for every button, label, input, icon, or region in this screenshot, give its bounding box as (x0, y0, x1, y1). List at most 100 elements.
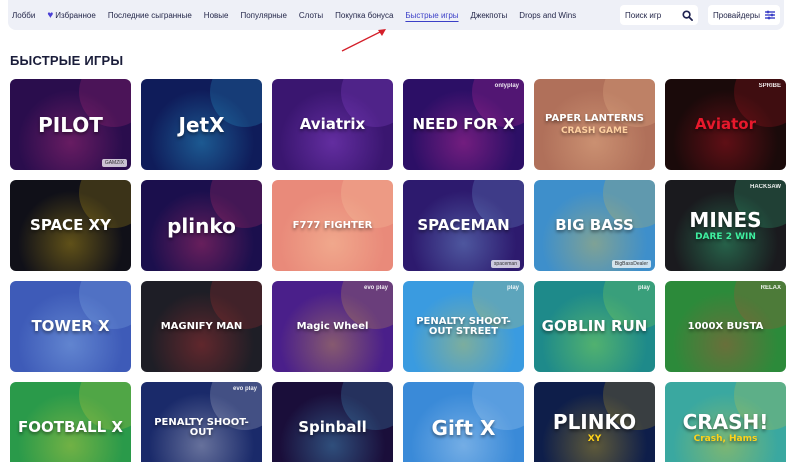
game-tile[interactable]: NEED FOR X onlyplay (403, 79, 524, 170)
game-tile[interactable]: SPACEMAN spaceman (403, 180, 524, 271)
game-title: Spinball (298, 418, 367, 436)
game-title: PENALTY SHOOT-OUT (154, 416, 249, 438)
game-tile[interactable]: FOOTBALL X (10, 382, 131, 462)
tile-title-wrap: Magic Wheel (293, 320, 373, 332)
tile-title-wrap: 1000X BUSTA (684, 321, 768, 332)
tile-title-wrap: JetX (175, 115, 229, 135)
game-tile[interactable]: Spinball (272, 382, 393, 462)
tile-title-wrap: SPACEMAN (413, 218, 513, 233)
game-title: CRASH! (682, 409, 769, 434)
section-title: БЫСТРЫЕ ИГРЫ (10, 53, 124, 68)
nav-item-label: Популярные (240, 10, 287, 20)
provider-badge: play (637, 285, 650, 291)
tile-title-wrap: SPACE XY (26, 218, 115, 233)
game-tile[interactable]: GOBLIN RUN play (534, 281, 655, 372)
game-tile[interactable]: CRASH! Crash, Hams (665, 382, 786, 462)
game-tile[interactable]: PENALTY SHOOT-OUT evo play (141, 382, 262, 462)
game-title: TOWER X (31, 317, 110, 335)
tile-title-wrap: Spinball (294, 420, 371, 435)
game-tile[interactable]: PLINKO XY (534, 382, 655, 462)
game-title: PENALTY SHOOT-OUT STREET (416, 315, 511, 337)
tile-title-wrap: TOWER X (27, 319, 113, 334)
search-icon[interactable] (682, 9, 693, 21)
nav-item[interactable]: Лобби (12, 11, 35, 20)
provider-badge: play (506, 285, 519, 291)
game-tile[interactable]: MAGNIFY MAN (141, 281, 262, 372)
game-tile[interactable]: Aviator SPRIBE (665, 79, 786, 170)
top-nav: Лобби ♥ Избранное Последние сыгранные Новые П… (8, 0, 784, 30)
providers-button[interactable]: Провайдеры (708, 5, 780, 25)
nav-item[interactable]: Популярные (240, 11, 286, 20)
game-tile[interactable]: Aviatrix (272, 79, 393, 170)
tile-title-wrap: F777 FIGHTER (289, 219, 377, 231)
game-tile[interactable]: MINES DARE 2 WIN HACKSAW (665, 180, 786, 271)
tile-title-wrap: MINES DARE 2 WIN (685, 210, 765, 242)
game-tile[interactable]: JetX (141, 79, 262, 170)
tile-title-wrap: BIG BASS (551, 218, 638, 233)
search-input[interactable]: Поиск игр (620, 5, 698, 25)
tile-title-wrap: MAGNIFY MAN (157, 320, 247, 332)
tile-footer-label: spaceman (490, 260, 520, 268)
provider-badge: evo play (232, 386, 257, 392)
nav-item-label: Слоты (298, 10, 324, 20)
nav-item-label: Быстрые игры (405, 10, 459, 20)
game-title: MINES (689, 207, 762, 232)
game-tile[interactable]: BIG BASS BigBassDealer (534, 180, 655, 271)
game-tile[interactable]: Gift X (403, 382, 524, 462)
nav-item-label: Лобби (12, 10, 36, 20)
provider-badge: SPRIBE (758, 83, 781, 89)
tile-title-wrap: plinko (163, 216, 240, 236)
nav-item-label: Новые (203, 10, 229, 20)
nav-item-label: Покупка бонуса (335, 10, 394, 20)
game-tile[interactable]: F777 FIGHTER (272, 180, 393, 271)
nav-item[interactable]: Слоты (299, 11, 323, 20)
game-title: plinko (167, 213, 236, 238)
game-title: GOBLIN RUN (541, 317, 648, 335)
provider-badge: evo play (363, 285, 388, 291)
tile-title-wrap: FOOTBALL X (14, 420, 127, 435)
nav-item[interactable]: Джекпоты (471, 11, 508, 20)
game-title: Aviator (695, 115, 756, 133)
game-grid: PILOT GAMZIX JetX Aviatrix NEED FOR X onlypla… (10, 79, 786, 462)
tile-footer-label: GAMZIX (101, 159, 127, 167)
game-tile[interactable]: TOWER X (10, 281, 131, 372)
game-title: F777 FIGHTER (292, 219, 373, 231)
nav-item[interactable]: Drops and Wins (519, 11, 576, 20)
tile-title-wrap: PILOT (34, 115, 107, 135)
game-title: MAGNIFY MAN (160, 320, 243, 332)
tile-title-wrap: PENALTY SHOOT-OUT (141, 416, 262, 438)
nav-right: Поиск игр Провайдеры (620, 5, 780, 25)
game-tile[interactable]: PILOT GAMZIX (10, 79, 131, 170)
tile-title-wrap: NEED FOR X (408, 117, 518, 132)
nav-item[interactable]: Новые (204, 11, 229, 20)
game-subtitle: CRASH GAME (560, 125, 629, 136)
game-title: SPACE XY (30, 216, 111, 234)
heart-icon: ♥ (47, 9, 54, 21)
game-title: Magic Wheel (296, 320, 369, 332)
game-title: PILOT (38, 112, 103, 137)
game-tile[interactable]: plinko (141, 180, 262, 271)
tile-title-wrap: PAPER LANTERNS CRASH GAME (541, 113, 648, 136)
game-tile[interactable]: PENALTY SHOOT-OUT STREET play (403, 281, 524, 372)
game-title: SPACEMAN (417, 216, 510, 234)
nav-items: Лобби ♥ Избранное Последние сыгранные Новые П… (12, 10, 588, 21)
game-subtitle: XY (587, 433, 602, 444)
game-tile[interactable]: Magic Wheel evo play (272, 281, 393, 372)
game-title: JetX (178, 112, 225, 137)
search-placeholder: Поиск игр (625, 10, 662, 20)
game-subtitle: Crash, Hams (693, 433, 758, 444)
nav-item[interactable]: Покупка бонуса (335, 11, 393, 20)
game-subtitle: DARE 2 WIN (695, 231, 756, 242)
nav-item[interactable]: ♥ Избранное (47, 10, 95, 21)
tile-title-wrap: PLINKO XY (549, 412, 640, 444)
provider-badge: RELAX (760, 285, 781, 291)
tile-title-wrap: GOBLIN RUN (538, 319, 652, 334)
nav-item-label: Последние сыгранные (107, 10, 192, 20)
game-tile[interactable]: 1000X BUSTA RELAX (665, 281, 786, 372)
nav-item[interactable]: Последние сыгранные (108, 11, 192, 20)
game-tile[interactable]: SPACE XY (10, 180, 131, 271)
provider-badge: onlyplay (494, 83, 519, 89)
game-tile[interactable]: PAPER LANTERNS CRASH GAME (534, 79, 655, 170)
tile-title-wrap: Aviator (691, 117, 760, 132)
nav-item[interactable]: Быстрые игры (405, 11, 458, 20)
